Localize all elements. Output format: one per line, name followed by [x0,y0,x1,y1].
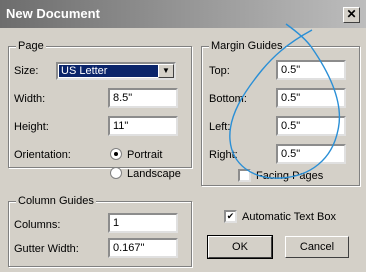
annotation-loop [229,23,341,179]
annotation-scribble [229,23,341,179]
